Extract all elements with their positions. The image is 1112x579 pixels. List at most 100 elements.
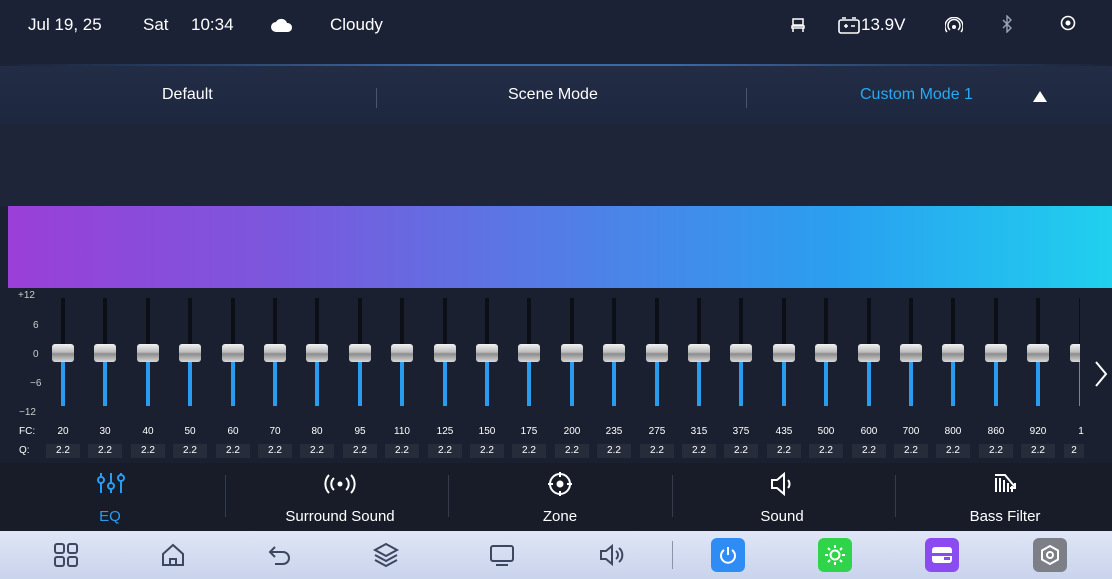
slider-knob[interactable] xyxy=(815,344,837,362)
slider-knob[interactable] xyxy=(52,344,74,362)
eq-slider[interactable] xyxy=(603,298,625,406)
band-q-value[interactable]: 2.2 xyxy=(979,444,1013,458)
card-button[interactable] xyxy=(925,538,959,572)
slider-knob[interactable] xyxy=(942,344,964,362)
eq-slider[interactable] xyxy=(434,298,456,406)
eq-slider[interactable] xyxy=(646,298,668,406)
slider-knob[interactable] xyxy=(858,344,880,362)
eq-slider[interactable] xyxy=(561,298,583,406)
slider-knob[interactable] xyxy=(688,344,710,362)
home-icon[interactable] xyxy=(159,541,187,569)
band-q-value[interactable]: 2.2 xyxy=(131,444,165,458)
band-q-value[interactable]: 2.2 xyxy=(597,444,631,458)
band-q-value[interactable]: 2.2 xyxy=(809,444,843,458)
slider-knob[interactable] xyxy=(222,344,244,362)
eq-slider[interactable] xyxy=(137,298,159,406)
triangle-up-icon[interactable] xyxy=(1033,91,1047,102)
band-q-value[interactable]: 2.2 xyxy=(767,444,801,458)
tab-bass-filter[interactable]: Bass Filter xyxy=(945,463,1065,531)
slider-knob[interactable] xyxy=(603,344,625,362)
band-q-value[interactable]: 2 xyxy=(1064,444,1084,458)
slider-knob[interactable] xyxy=(434,344,456,362)
slider-knob[interactable] xyxy=(1027,344,1049,362)
band-q-value[interactable]: 2.2 xyxy=(512,444,546,458)
apps-grid-icon[interactable] xyxy=(52,541,80,569)
band-q-value[interactable]: 2.2 xyxy=(852,444,886,458)
band-q-value[interactable]: 2.2 xyxy=(300,444,334,458)
band-q-value[interactable]: 2.2 xyxy=(428,444,462,458)
eq-slider[interactable] xyxy=(518,298,540,406)
eq-slider[interactable] xyxy=(985,298,1007,406)
eq-slider[interactable] xyxy=(391,298,413,406)
slider-knob[interactable] xyxy=(900,344,922,362)
slider-knob[interactable] xyxy=(773,344,795,362)
back-icon[interactable] xyxy=(266,541,294,569)
eq-slider[interactable] xyxy=(349,298,371,406)
eq-slider[interactable] xyxy=(1027,298,1049,406)
layers-icon[interactable] xyxy=(372,541,400,569)
slider-knob[interactable] xyxy=(561,344,583,362)
power-button[interactable] xyxy=(711,538,745,572)
band-q-value[interactable]: 2.2 xyxy=(470,444,504,458)
eq-slider[interactable] xyxy=(476,298,498,406)
slider-knob[interactable] xyxy=(264,344,286,362)
band-q-value[interactable]: 2.2 xyxy=(88,444,122,458)
band-q-value[interactable]: 2.2 xyxy=(682,444,716,458)
mode-scene[interactable]: Scene Mode xyxy=(508,86,598,104)
eq-slider[interactable] xyxy=(858,298,880,406)
mode-custom[interactable]: Custom Mode 1 xyxy=(860,86,973,104)
band-frequency: 60 xyxy=(227,426,239,437)
slider-knob[interactable] xyxy=(306,344,328,362)
band-frequency: 860 xyxy=(987,426,1005,437)
tab-eq[interactable]: EQ xyxy=(60,463,160,531)
band-q-value[interactable]: 2.2 xyxy=(258,444,292,458)
band-q-value[interactable]: 2.2 xyxy=(173,444,207,458)
slider-knob[interactable] xyxy=(349,344,371,362)
eq-slider[interactable] xyxy=(688,298,710,406)
chevron-right-icon[interactable] xyxy=(1094,360,1108,388)
volume-icon[interactable] xyxy=(598,541,626,569)
tab-surround-sound[interactable]: Surround Sound xyxy=(255,463,425,531)
eq-slider[interactable] xyxy=(900,298,922,406)
band-q-value[interactable]: 2.2 xyxy=(724,444,758,458)
eq-slider[interactable] xyxy=(306,298,328,406)
eq-slider[interactable] xyxy=(773,298,795,406)
band-q-value[interactable]: 2.2 xyxy=(640,444,674,458)
eq-slider[interactable] xyxy=(730,298,752,406)
eq-slider[interactable] xyxy=(179,298,201,406)
slider-knob[interactable] xyxy=(94,344,116,362)
slider-knob[interactable] xyxy=(179,344,201,362)
slider-knob[interactable] xyxy=(646,344,668,362)
band-frequency: 110 xyxy=(394,426,410,437)
band-frequency: 275 xyxy=(648,426,666,437)
band-q-value[interactable]: 2.2 xyxy=(936,444,970,458)
eq-slider[interactable] xyxy=(222,298,244,406)
eq-slider[interactable] xyxy=(815,298,837,406)
tab-zone[interactable]: Zone xyxy=(500,463,620,531)
slider-knob[interactable] xyxy=(1070,344,1080,362)
screen-icon[interactable] xyxy=(488,541,516,569)
tab-sound[interactable]: Sound xyxy=(722,463,842,531)
slider-knob[interactable] xyxy=(985,344,1007,362)
slider-knob[interactable] xyxy=(730,344,752,362)
mode-default[interactable]: Default xyxy=(162,86,213,104)
band-q-value[interactable]: 2.2 xyxy=(894,444,928,458)
eq-slider[interactable] xyxy=(52,298,74,406)
eq-slider[interactable] xyxy=(94,298,116,406)
spectrum-gradient xyxy=(8,206,1112,288)
slider-knob[interactable] xyxy=(137,344,159,362)
band-q-value[interactable]: 2.2 xyxy=(216,444,250,458)
band-q-value[interactable]: 2.2 xyxy=(555,444,589,458)
settings-button[interactable] xyxy=(1033,538,1067,572)
eq-slider[interactable] xyxy=(942,298,964,406)
eq-slider[interactable] xyxy=(264,298,286,406)
eq-slider[interactable] xyxy=(1070,298,1080,406)
slider-knob[interactable] xyxy=(391,344,413,362)
slider-knob[interactable] xyxy=(518,344,540,362)
band-q-value[interactable]: 2.2 xyxy=(343,444,377,458)
band-q-value[interactable]: 2.2 xyxy=(385,444,419,458)
brightness-button[interactable] xyxy=(818,538,852,572)
band-q-value[interactable]: 2.2 xyxy=(1021,444,1055,458)
band-q-value[interactable]: 2.2 xyxy=(46,444,80,458)
slider-knob[interactable] xyxy=(476,344,498,362)
